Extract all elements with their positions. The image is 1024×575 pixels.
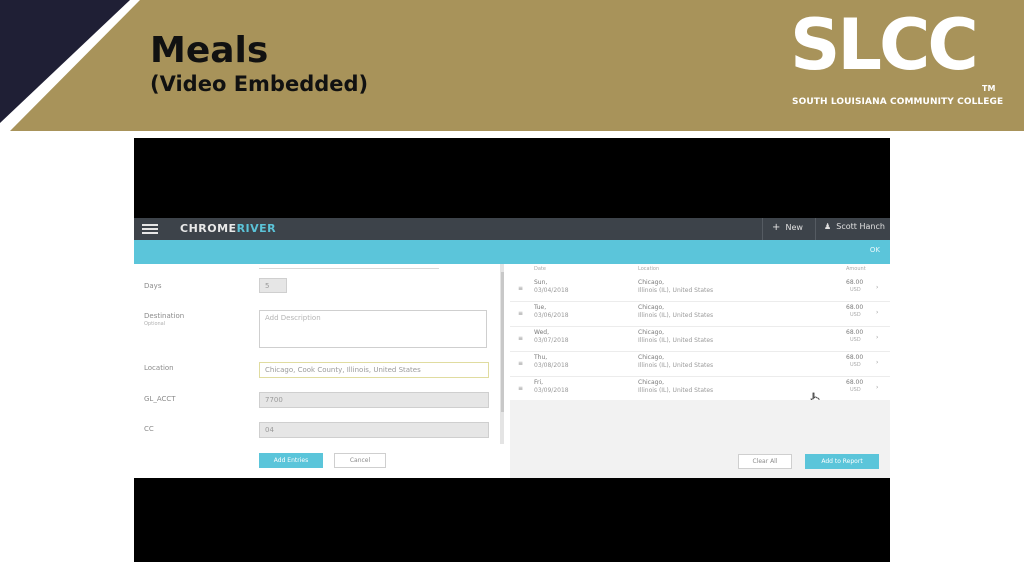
embedded-video[interactable]: CHROMERIVER + New ♟ Scott Hanch OK Days … bbox=[134, 138, 890, 562]
row-chevron-icon[interactable]: › bbox=[876, 359, 878, 366]
row-amount: 68.00 bbox=[846, 354, 864, 361]
row-currency: USD bbox=[850, 362, 861, 368]
row-chevron-icon[interactable]: › bbox=[876, 284, 878, 291]
row-region: Illinois (IL), United States bbox=[638, 337, 714, 344]
row-day: Sun, bbox=[534, 279, 548, 286]
row-chevron-icon[interactable]: › bbox=[876, 334, 878, 341]
cc-label: CC bbox=[144, 425, 154, 433]
logo-trademark: TM bbox=[982, 84, 996, 93]
app-accent-bar: OK bbox=[134, 240, 890, 264]
cancel-button[interactable]: Cancel bbox=[334, 453, 386, 468]
drag-handle-icon[interactable]: ≡ bbox=[518, 385, 523, 392]
row-region: Illinois (IL), United States bbox=[638, 312, 714, 319]
new-button[interactable]: + New bbox=[772, 222, 803, 233]
days-field[interactable]: 5 bbox=[259, 278, 287, 293]
row-currency: USD bbox=[850, 287, 861, 293]
user-menu-button[interactable]: ♟ Scott Hanch bbox=[824, 222, 885, 231]
form-scrollbar[interactable] bbox=[500, 264, 504, 444]
slide-subtitle: (Video Embedded) bbox=[150, 72, 369, 96]
row-day: Wed, bbox=[534, 329, 549, 336]
form-top-divider bbox=[259, 264, 439, 269]
location-label: Location bbox=[144, 364, 174, 372]
slide-title: Meals bbox=[150, 30, 269, 71]
row-day: Tue, bbox=[534, 304, 547, 311]
row-day: Fri, bbox=[534, 379, 544, 386]
list-empty-area: Clear All Add to Report bbox=[510, 400, 890, 478]
list-item[interactable]: ≡ Sun, 03/04/2018 Chicago, Illinois (IL)… bbox=[510, 276, 890, 302]
entries-list: Date Location Amount ≡ Sun, 03/04/2018 C… bbox=[510, 264, 890, 404]
expense-app-screen: CHROMERIVER + New ♟ Scott Hanch OK Days … bbox=[134, 218, 890, 478]
row-city: Chicago, bbox=[638, 279, 665, 286]
row-chevron-icon[interactable]: › bbox=[876, 384, 878, 391]
row-day: Thu, bbox=[534, 354, 548, 361]
row-region: Illinois (IL), United States bbox=[638, 387, 714, 394]
list-item[interactable]: ≡ Tue, 03/06/2018 Chicago, Illinois (IL)… bbox=[510, 301, 890, 327]
app-top-bar: CHROMERIVER + New ♟ Scott Hanch bbox=[134, 218, 890, 240]
logo-wordmark: SLCC bbox=[790, 4, 979, 86]
entries-list-pane: Date Location Amount ≡ Sun, 03/04/2018 C… bbox=[510, 264, 890, 478]
row-amount: 68.00 bbox=[846, 379, 864, 386]
location-field[interactable]: Chicago, Cook County, Illinois, United S… bbox=[259, 362, 489, 378]
topbar-divider bbox=[815, 218, 816, 240]
destination-optional-label: Optional bbox=[144, 321, 166, 327]
row-date: 03/08/2018 bbox=[534, 362, 569, 369]
row-city: Chicago, bbox=[638, 354, 665, 361]
row-date: 03/09/2018 bbox=[534, 387, 569, 394]
list-item[interactable]: ≡ Thu, 03/08/2018 Chicago, Illinois (IL)… bbox=[510, 351, 890, 377]
drag-handle-icon[interactable]: ≡ bbox=[518, 335, 523, 342]
row-date: 03/04/2018 bbox=[534, 287, 569, 294]
destination-textarea[interactable]: Add Description bbox=[259, 310, 487, 348]
row-amount: 68.00 bbox=[846, 279, 864, 286]
plus-icon: + bbox=[772, 222, 781, 233]
glacct-label: GL_ACCT bbox=[144, 395, 176, 403]
logo-college-name: SOUTH LOUISIANA COMMUNITY COLLEGE bbox=[792, 97, 1004, 107]
row-amount: 68.00 bbox=[846, 304, 864, 311]
row-date: 03/07/2018 bbox=[534, 337, 569, 344]
row-currency: USD bbox=[850, 312, 861, 318]
row-currency: USD bbox=[850, 387, 861, 393]
row-city: Chicago, bbox=[638, 329, 665, 336]
row-date: 03/06/2018 bbox=[534, 312, 569, 319]
app-brand: CHROMERIVER bbox=[180, 222, 277, 235]
row-amount: 68.00 bbox=[846, 329, 864, 336]
add-to-report-button[interactable]: Add to Report bbox=[805, 454, 879, 469]
cc-field[interactable]: 04 bbox=[259, 422, 489, 438]
drag-handle-icon[interactable]: ≡ bbox=[518, 285, 523, 292]
slcc-logo: SLCC TM SOUTH LOUISIANA COMMUNITY COLLEG… bbox=[790, 10, 1004, 113]
row-city: Chicago, bbox=[638, 304, 665, 311]
drag-handle-icon[interactable]: ≡ bbox=[518, 310, 523, 317]
date-column-header: Date bbox=[534, 266, 546, 272]
clear-all-button[interactable]: Clear All bbox=[738, 454, 792, 469]
destination-label: Destination bbox=[144, 312, 185, 320]
list-item[interactable]: ≡ Fri, 03/09/2018 Chicago, Illinois (IL)… bbox=[510, 376, 890, 402]
list-item[interactable]: ≡ Wed, 03/07/2018 Chicago, Illinois (IL)… bbox=[510, 326, 890, 352]
row-currency: USD bbox=[850, 337, 861, 343]
row-region: Illinois (IL), United States bbox=[638, 362, 714, 369]
topbar-divider bbox=[762, 218, 763, 240]
row-city: Chicago, bbox=[638, 379, 665, 386]
days-label: Days bbox=[144, 282, 162, 290]
ok-button[interactable]: OK bbox=[870, 246, 880, 254]
row-region: Illinois (IL), United States bbox=[638, 287, 714, 294]
add-entries-button[interactable]: Add Entries bbox=[259, 453, 323, 468]
form-scroll-thumb[interactable] bbox=[501, 272, 504, 412]
amount-column-header: Amount bbox=[846, 266, 866, 272]
location-column-header: Location bbox=[638, 266, 660, 272]
entry-form: Days 5 Destination Optional Add Descript… bbox=[134, 264, 504, 478]
hamburger-menu-icon[interactable] bbox=[142, 224, 158, 234]
user-icon: ♟ bbox=[824, 222, 832, 231]
row-chevron-icon[interactable]: › bbox=[876, 309, 878, 316]
glacct-field[interactable]: 7700 bbox=[259, 392, 489, 408]
drag-handle-icon[interactable]: ≡ bbox=[518, 360, 523, 367]
